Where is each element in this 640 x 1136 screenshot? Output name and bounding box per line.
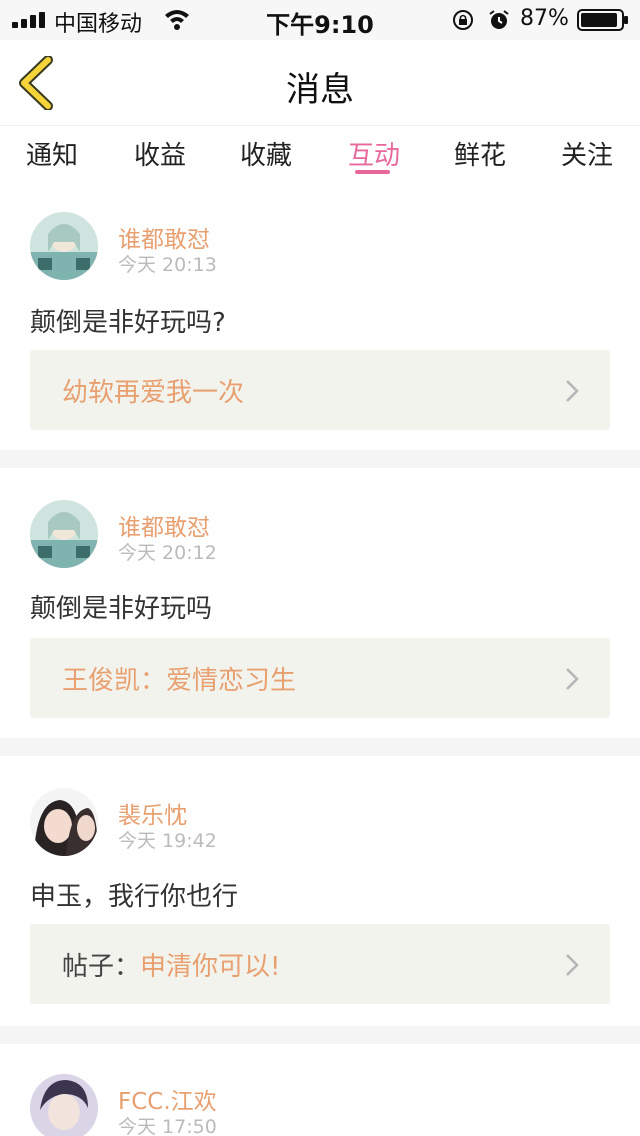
username[interactable]: 谁都敢怼 — [118, 220, 210, 254]
tab-flowers[interactable]: 鲜花 — [454, 135, 506, 172]
avatar[interactable] — [30, 1074, 98, 1136]
message-text: 颠倒是非好玩吗 — [30, 594, 213, 624]
linked-post-prefix: 帖子： — [62, 952, 141, 982]
linked-post-title: 王俊凯：爱情恋习生 — [62, 666, 297, 696]
linked-post-title: 幼软再爱我一次 — [62, 378, 245, 408]
username[interactable]: 谁都敢怼 — [118, 508, 210, 542]
message-text: 申玉，我行你也行 — [30, 882, 239, 912]
linked-post[interactable]: 幼软再爱我一次 — [30, 350, 610, 430]
active-tab-indicator — [355, 170, 390, 174]
linked-post[interactable]: 王俊凯：爱情恋习生 — [30, 638, 610, 718]
divider — [0, 450, 640, 468]
status-bar: 中国移动 下午9:10 87% — [0, 0, 640, 40]
message-text: 颠倒是非好玩吗? — [30, 308, 226, 338]
message-card: 谁都敢怼 今天 20:13 颠倒是非好玩吗? 幼软再爱我一次 — [0, 180, 640, 450]
tab-earnings[interactable]: 收益 — [134, 135, 186, 172]
alarm-icon — [489, 10, 509, 29]
battery-percent: 87% — [520, 6, 569, 31]
rotation-lock-icon — [453, 10, 473, 30]
linked-post[interactable]: 帖子：申清你可以! — [30, 924, 610, 1004]
chevron-right-icon — [566, 954, 579, 976]
tab-notifications[interactable]: 通知 — [26, 135, 78, 172]
message-time: 今天 20:13 — [118, 254, 217, 276]
battery-icon — [577, 9, 628, 31]
divider — [0, 738, 640, 756]
avatar[interactable] — [30, 212, 98, 280]
nav-bar: 消息 — [0, 40, 640, 126]
username[interactable]: FCC.江欢 — [118, 1082, 217, 1116]
page-title: 消息 — [286, 70, 354, 110]
divider — [0, 1026, 640, 1044]
message-card: 谁都敢怼 今天 20:12 颠倒是非好玩吗 王俊凯：爱情恋习生 — [0, 468, 640, 738]
username[interactable]: 裴乐忱 — [118, 796, 187, 830]
message-card: 裴乐忱 今天 19:42 申玉，我行你也行 帖子：申清你可以! — [0, 756, 640, 1026]
tab-following[interactable]: 关注 — [561, 135, 613, 172]
tab-favorites[interactable]: 收藏 — [240, 135, 292, 172]
linked-post-name: 申清你可以! — [140, 952, 281, 982]
chevron-right-icon — [566, 380, 579, 402]
avatar[interactable] — [30, 500, 98, 568]
message-card: FCC.江欢 今天 17:50 — [0, 1044, 640, 1136]
tab-interactions[interactable]: 互动 — [348, 135, 400, 172]
message-time: 今天 17:50 — [118, 1116, 217, 1136]
tab-bar: 通知 收益 收藏 互动 鲜花 关注 — [0, 127, 640, 179]
message-time: 今天 19:42 — [118, 830, 217, 852]
message-time: 今天 20:12 — [118, 542, 217, 564]
avatar[interactable] — [30, 788, 98, 856]
linked-post-title: 帖子：申清你可以! — [62, 946, 280, 983]
chevron-right-icon — [566, 668, 579, 690]
